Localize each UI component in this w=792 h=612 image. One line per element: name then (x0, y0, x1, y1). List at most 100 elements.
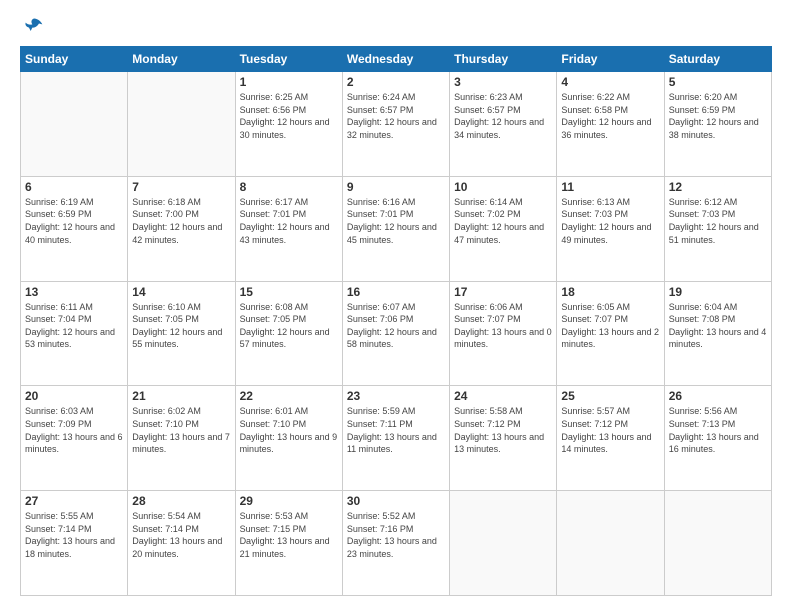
day-info: Sunrise: 6:10 AM Sunset: 7:05 PM Dayligh… (132, 301, 230, 351)
weekday-header-wednesday: Wednesday (342, 47, 449, 72)
weekday-header-tuesday: Tuesday (235, 47, 342, 72)
calendar-day-cell: 12 Sunrise: 6:12 AM Sunset: 7:03 PM Dayli… (664, 176, 771, 281)
day-info: Sunrise: 6:12 AM Sunset: 7:03 PM Dayligh… (669, 196, 767, 246)
calendar-day-cell: 22Sunrise: 6:01 AM Sunset: 7:10 PM Dayli… (235, 386, 342, 491)
day-info: Sunrise: 6:08 AM Sunset: 7:05 PM Dayligh… (240, 301, 338, 351)
day-number: 10 (454, 180, 552, 194)
day-number: 9 (347, 180, 445, 194)
calendar-day-cell: 30 Sunrise: 5:52 AM Sunset: 7:16 PM Dayli… (342, 491, 449, 596)
weekday-header-saturday: Saturday (664, 47, 771, 72)
day-info: Sunrise: 5:59 AM Sunset: 7:11 PM Dayligh… (347, 405, 445, 455)
day-info: Sunrise: 6:17 AM Sunset: 7:01 PM Dayligh… (240, 196, 338, 246)
calendar-day-cell: 7 Sunrise: 6:18 AM Sunset: 7:00 PM Daylig… (128, 176, 235, 281)
day-number: 27 (25, 494, 123, 508)
calendar-week-row: 13 Sunrise: 6:11 AM Sunset: 7:04 PM Dayli… (21, 281, 772, 386)
calendar-day-cell (664, 491, 771, 596)
day-info: Sunrise: 5:53 AM Sunset: 7:15 PM Dayligh… (240, 510, 338, 560)
day-info: Sunrise: 6:06 AM Sunset: 7:07 PM Dayligh… (454, 301, 552, 351)
calendar-day-cell: 26 Sunrise: 5:56 AM Sunset: 7:13 PM Dayli… (664, 386, 771, 491)
day-number: 6 (25, 180, 123, 194)
calendar-day-cell: 28 Sunrise: 5:54 AM Sunset: 7:14 PM Dayli… (128, 491, 235, 596)
day-number: 28 (132, 494, 230, 508)
calendar-day-cell: 18 Sunrise: 6:05 AM Sunset: 7:07 PM Dayli… (557, 281, 664, 386)
weekday-header-friday: Friday (557, 47, 664, 72)
calendar-day-cell (21, 72, 128, 177)
calendar-table: SundayMondayTuesdayWednesdayThursdayFrid… (20, 46, 772, 596)
day-number: 4 (561, 75, 659, 89)
calendar-day-cell: 11Sunrise: 6:13 AM Sunset: 7:03 PM Dayli… (557, 176, 664, 281)
day-number: 26 (669, 389, 767, 403)
page: SundayMondayTuesdayWednesdayThursdayFrid… (0, 0, 792, 612)
day-info: Sunrise: 6:22 AM Sunset: 6:58 PM Dayligh… (561, 91, 659, 141)
calendar-day-cell: 25 Sunrise: 5:57 AM Sunset: 7:12 PM Dayli… (557, 386, 664, 491)
calendar-day-cell: 19 Sunrise: 6:04 AM Sunset: 7:08 PM Dayli… (664, 281, 771, 386)
day-number: 5 (669, 75, 767, 89)
calendar-week-row: 1 Sunrise: 6:25 AM Sunset: 6:56 PM Daylig… (21, 72, 772, 177)
calendar-day-cell: 13 Sunrise: 6:11 AM Sunset: 7:04 PM Dayli… (21, 281, 128, 386)
header (20, 16, 772, 36)
day-number: 23 (347, 389, 445, 403)
calendar-week-row: 27 Sunrise: 5:55 AM Sunset: 7:14 PM Dayli… (21, 491, 772, 596)
calendar-day-cell: 14 Sunrise: 6:10 AM Sunset: 7:05 PM Dayli… (128, 281, 235, 386)
calendar-day-cell: 23 Sunrise: 5:59 AM Sunset: 7:11 PM Dayli… (342, 386, 449, 491)
day-number: 13 (25, 285, 123, 299)
day-info: Sunrise: 6:03 AM Sunset: 7:09 PM Dayligh… (25, 405, 123, 455)
day-info: Sunrise: 6:02 AM Sunset: 7:10 PM Dayligh… (132, 405, 230, 455)
logo (20, 16, 46, 36)
weekday-header-row: SundayMondayTuesdayWednesdayThursdayFrid… (21, 47, 772, 72)
day-number: 2 (347, 75, 445, 89)
day-info: Sunrise: 6:19 AM Sunset: 6:59 PM Dayligh… (25, 196, 123, 246)
day-number: 3 (454, 75, 552, 89)
calendar-week-row: 20 Sunrise: 6:03 AM Sunset: 7:09 PM Dayli… (21, 386, 772, 491)
day-number: 14 (132, 285, 230, 299)
calendar-day-cell: 6 Sunrise: 6:19 AM Sunset: 6:59 PM Daylig… (21, 176, 128, 281)
calendar-day-cell: 29 Sunrise: 5:53 AM Sunset: 7:15 PM Dayli… (235, 491, 342, 596)
day-info: Sunrise: 6:25 AM Sunset: 6:56 PM Dayligh… (240, 91, 338, 141)
weekday-header-sunday: Sunday (21, 47, 128, 72)
day-info: Sunrise: 5:57 AM Sunset: 7:12 PM Dayligh… (561, 405, 659, 455)
day-info: Sunrise: 5:52 AM Sunset: 7:16 PM Dayligh… (347, 510, 445, 560)
day-number: 1 (240, 75, 338, 89)
day-info: Sunrise: 5:55 AM Sunset: 7:14 PM Dayligh… (25, 510, 123, 560)
day-info: Sunrise: 6:18 AM Sunset: 7:00 PM Dayligh… (132, 196, 230, 246)
day-info: Sunrise: 6:04 AM Sunset: 7:08 PM Dayligh… (669, 301, 767, 351)
day-number: 17 (454, 285, 552, 299)
calendar-day-cell: 2 Sunrise: 6:24 AM Sunset: 6:57 PM Daylig… (342, 72, 449, 177)
day-number: 24 (454, 389, 552, 403)
calendar-day-cell: 8Sunrise: 6:17 AM Sunset: 7:01 PM Daylig… (235, 176, 342, 281)
day-number: 29 (240, 494, 338, 508)
day-info: Sunrise: 5:58 AM Sunset: 7:12 PM Dayligh… (454, 405, 552, 455)
day-number: 30 (347, 494, 445, 508)
day-info: Sunrise: 6:07 AM Sunset: 7:06 PM Dayligh… (347, 301, 445, 351)
calendar-day-cell: 27 Sunrise: 5:55 AM Sunset: 7:14 PM Dayli… (21, 491, 128, 596)
day-number: 18 (561, 285, 659, 299)
calendar-day-cell: 20 Sunrise: 6:03 AM Sunset: 7:09 PM Dayli… (21, 386, 128, 491)
day-number: 12 (669, 180, 767, 194)
weekday-header-thursday: Thursday (450, 47, 557, 72)
day-info: Sunrise: 6:05 AM Sunset: 7:07 PM Dayligh… (561, 301, 659, 351)
weekday-header-monday: Monday (128, 47, 235, 72)
day-number: 16 (347, 285, 445, 299)
calendar-day-cell: 21 Sunrise: 6:02 AM Sunset: 7:10 PM Dayli… (128, 386, 235, 491)
day-number: 15 (240, 285, 338, 299)
day-info: Sunrise: 6:24 AM Sunset: 6:57 PM Dayligh… (347, 91, 445, 141)
day-info: Sunrise: 6:20 AM Sunset: 6:59 PM Dayligh… (669, 91, 767, 141)
day-info: Sunrise: 5:56 AM Sunset: 7:13 PM Dayligh… (669, 405, 767, 455)
day-info: Sunrise: 6:13 AM Sunset: 7:03 PM Dayligh… (561, 196, 659, 246)
day-info: Sunrise: 6:16 AM Sunset: 7:01 PM Dayligh… (347, 196, 445, 246)
day-info: Sunrise: 6:14 AM Sunset: 7:02 PM Dayligh… (454, 196, 552, 246)
calendar-day-cell (557, 491, 664, 596)
day-number: 21 (132, 389, 230, 403)
day-number: 19 (669, 285, 767, 299)
day-info: Sunrise: 6:11 AM Sunset: 7:04 PM Dayligh… (25, 301, 123, 351)
day-number: 7 (132, 180, 230, 194)
calendar-day-cell: 4 Sunrise: 6:22 AM Sunset: 6:58 PM Daylig… (557, 72, 664, 177)
day-info: Sunrise: 5:54 AM Sunset: 7:14 PM Dayligh… (132, 510, 230, 560)
logo-bird-icon (24, 16, 44, 36)
calendar-day-cell: 10 Sunrise: 6:14 AM Sunset: 7:02 PM Dayli… (450, 176, 557, 281)
calendar-day-cell: 24 Sunrise: 5:58 AM Sunset: 7:12 PM Dayli… (450, 386, 557, 491)
calendar-week-row: 6 Sunrise: 6:19 AM Sunset: 6:59 PM Daylig… (21, 176, 772, 281)
day-number: 25 (561, 389, 659, 403)
calendar-day-cell: 5 Sunrise: 6:20 AM Sunset: 6:59 PM Daylig… (664, 72, 771, 177)
day-number: 20 (25, 389, 123, 403)
